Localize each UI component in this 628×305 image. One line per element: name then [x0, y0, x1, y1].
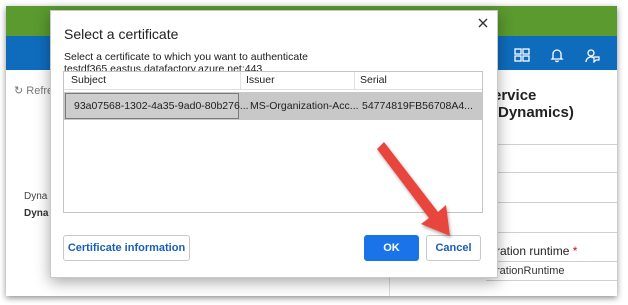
column-header-subject[interactable]: Subject	[71, 74, 106, 86]
ok-button[interactable]: OK	[364, 235, 419, 261]
cell-serial: 54774819FB56708A4...	[362, 100, 473, 112]
required-marker: *	[572, 244, 578, 258]
column-header-serial[interactable]: Serial	[360, 74, 387, 86]
runtime-field-label: ration runtime *	[496, 244, 577, 258]
refresh-icon: ↻	[14, 85, 24, 97]
left-list-text-bold: Dyna	[24, 208, 49, 219]
notification-bell-icon[interactable]	[549, 47, 565, 63]
cancel-button[interactable]: Cancel	[426, 235, 481, 261]
field-divider	[486, 172, 617, 173]
close-icon	[478, 18, 488, 28]
runtime-field-value[interactable]: rationRuntime	[496, 265, 564, 277]
field-divider	[486, 202, 617, 203]
field-divider	[486, 232, 617, 233]
left-list-text: Dyna	[24, 191, 48, 202]
close-button[interactable]	[475, 15, 491, 31]
field-divider	[486, 144, 617, 145]
field-divider	[486, 261, 617, 262]
column-separator[interactable]	[354, 72, 355, 89]
column-separator[interactable]	[240, 72, 241, 89]
certificate-table: Subject Issuer Serial 93a07568-1302-4a35…	[63, 71, 483, 213]
field-divider	[486, 280, 617, 281]
feedback-icon[interactable]	[584, 47, 600, 63]
select-certificate-dialog: Select a certificate Select a certificat…	[50, 10, 498, 278]
directory-icon[interactable]	[514, 47, 530, 63]
runtime-label-text: ration runtime	[496, 244, 570, 258]
table-row[interactable]: 93a07568-1302-4a35-9ad0-80b276... MS-Org…	[64, 92, 482, 120]
panel-title: ervice (Dynamics)	[493, 87, 574, 121]
table-header: Subject Issuer Serial	[64, 72, 482, 90]
cell-issuer: MS-Organization-Acc...	[250, 100, 359, 112]
dialog-title: Select a certificate	[64, 26, 179, 42]
certificate-information-button[interactable]: Certificate information	[63, 235, 190, 261]
cell-subject: 93a07568-1302-4a35-9ad0-80b276...	[74, 100, 249, 112]
column-header-issuer[interactable]: Issuer	[246, 74, 275, 86]
